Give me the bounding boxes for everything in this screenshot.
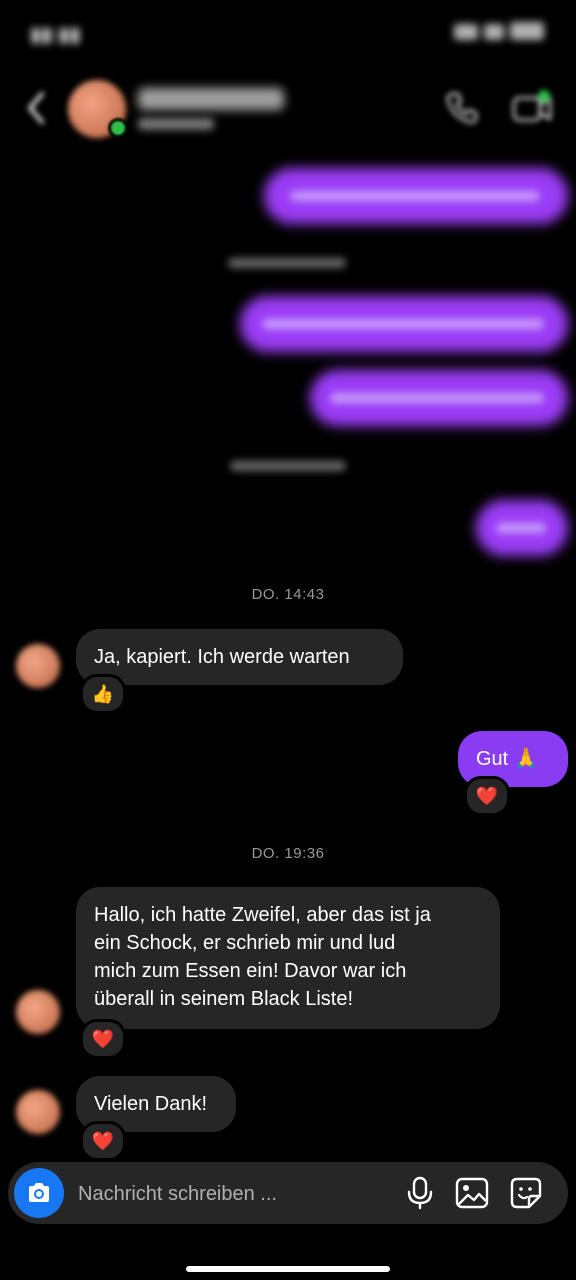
thumbs-up-reaction: 👍 [91, 683, 115, 704]
blurred-message-text [262, 319, 544, 329]
blurred-message-text [290, 191, 540, 201]
contact-status [138, 118, 214, 130]
blurred-message-text [330, 393, 544, 403]
message-timestamp: DO. 19:36 [251, 845, 325, 862]
message-reaction[interactable]: ❤️ [80, 1121, 126, 1161]
message-reaction[interactable]: ❤️ [80, 1019, 126, 1059]
message-text-line: mich zum Essen ein! Davor war ich [94, 960, 407, 982]
camera-button[interactable] [14, 1168, 64, 1218]
image-icon[interactable] [454, 1175, 490, 1211]
heart-reaction: ❤️ [91, 1130, 115, 1151]
message-text-line: ein Schock, er schrieb mir und lud [94, 932, 396, 954]
message-reaction[interactable]: 👍 [80, 674, 126, 714]
sender-avatar[interactable] [16, 1090, 60, 1134]
message-text: Ja, kapiert. Ich werde warten [94, 646, 350, 668]
status-icons [454, 22, 550, 42]
contact-name[interactable] [138, 88, 284, 110]
message-timestamp: DO. 14:43 [251, 586, 325, 603]
blurred-timestamp [230, 461, 346, 471]
status-time: ▮▮:▮▮ [30, 24, 81, 46]
video-call-icon[interactable] [510, 88, 554, 128]
online-indicator [108, 118, 128, 138]
sender-avatar[interactable] [16, 644, 60, 688]
heart-reaction: ❤️ [475, 785, 499, 806]
message-input[interactable] [76, 1176, 390, 1212]
microphone-icon[interactable] [402, 1175, 438, 1211]
message-text-line: Hallo, ich hatte Zweifel, aber das ist j… [94, 904, 431, 926]
sender-avatar[interactable] [16, 990, 60, 1034]
incoming-message[interactable]: Ja, kapiert. Ich werde warten [76, 629, 403, 685]
home-indicator[interactable] [186, 1266, 390, 1272]
camera-icon [29, 1183, 49, 1202]
back-icon[interactable] [22, 88, 50, 128]
status-bar: ▮▮:▮▮ [0, 0, 576, 70]
message-text-line: überall in seinem Black Liste! [94, 988, 354, 1010]
message-text: Gut 🙏 [476, 748, 539, 770]
sticker-icon[interactable] [508, 1175, 544, 1211]
blurred-message-text [496, 523, 546, 533]
heart-reaction: ❤️ [91, 1028, 115, 1049]
incoming-message[interactable]: Hallo, ich hatte Zweifel, aber das ist j… [76, 887, 500, 1029]
message-text: Vielen Dank! [94, 1093, 208, 1115]
message-reaction[interactable]: ❤️ [464, 776, 510, 816]
chat-header [0, 70, 576, 150]
phone-icon[interactable] [444, 90, 480, 126]
message-composer [8, 1162, 568, 1224]
blurred-timestamp [228, 258, 346, 268]
